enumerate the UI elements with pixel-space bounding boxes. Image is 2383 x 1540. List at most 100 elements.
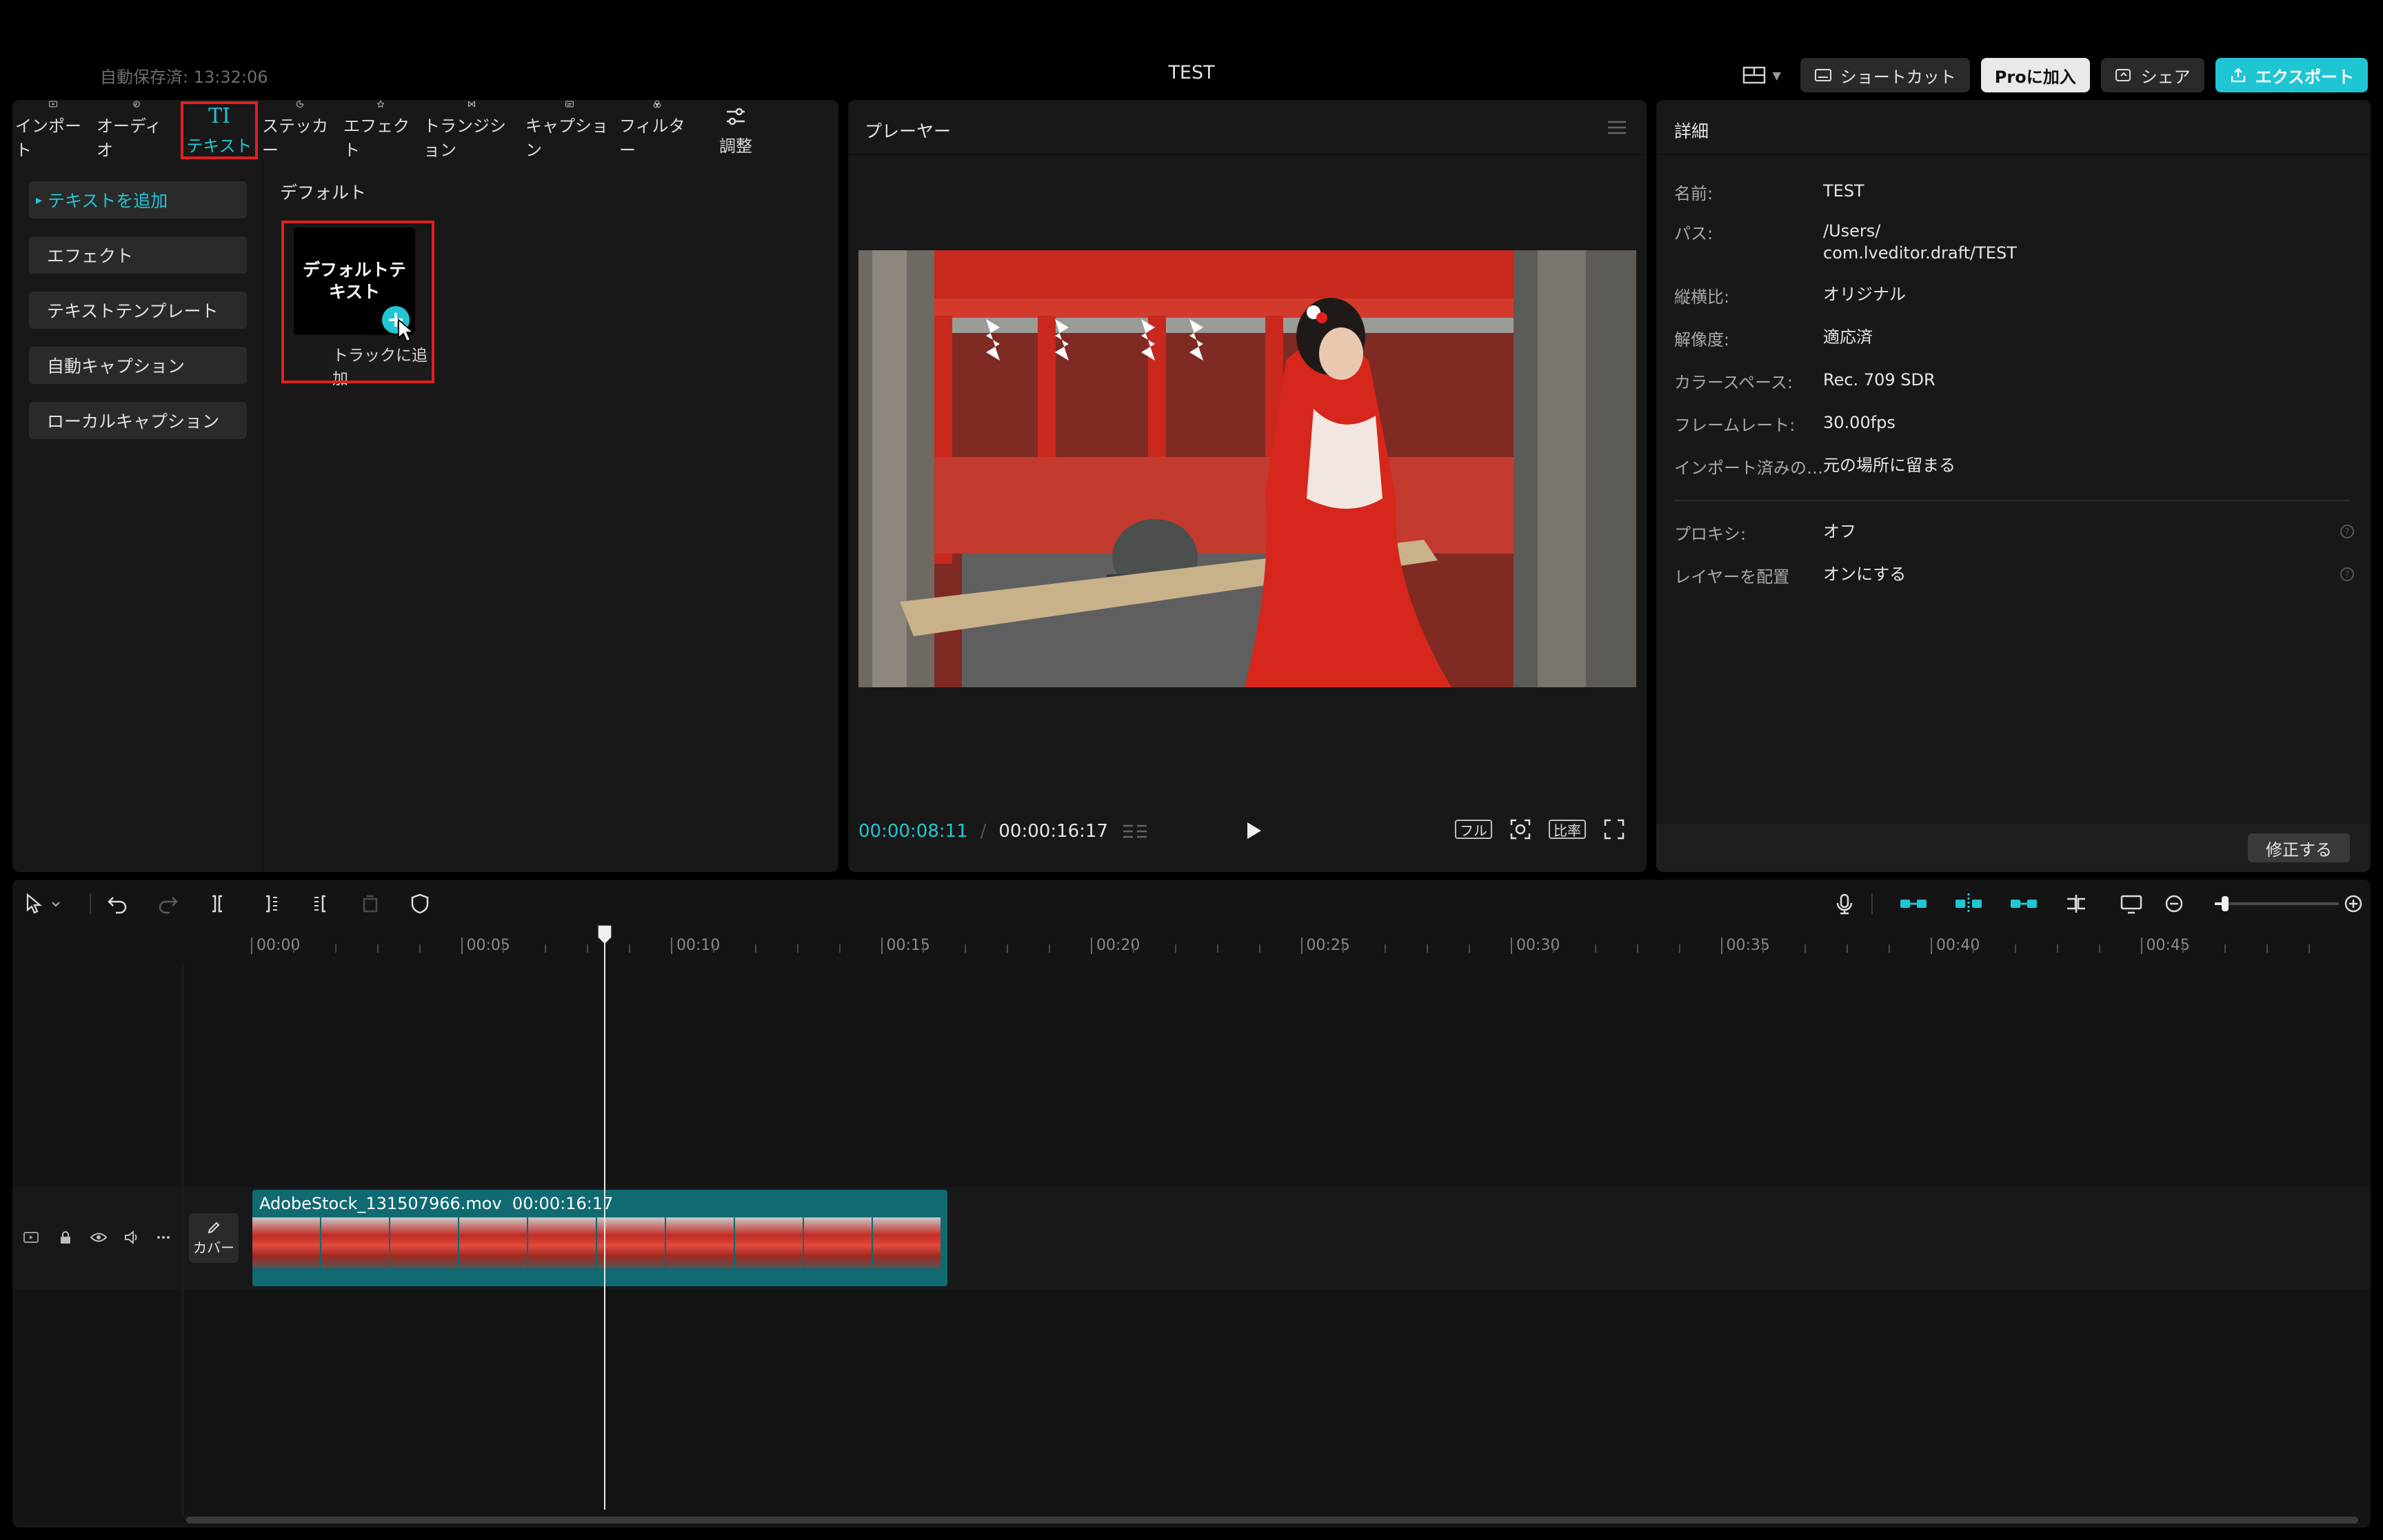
more-icon[interactable] [154,1228,172,1246]
clip-thumbnail [597,1217,666,1268]
speaker-icon[interactable] [123,1228,141,1246]
video-preview[interactable] [858,250,1636,687]
ruler-minor-tick [2224,944,2226,953]
sidebar-item-add-text[interactable]: テキストを追加 [29,181,247,219]
detail-value: TEST [1823,181,1864,201]
cover-button[interactable]: カバー [189,1213,239,1263]
help-icon[interactable]: ? [2339,566,2355,582]
redo-button[interactable] [154,891,181,917]
detail-row-layer[interactable]: レイヤーを配置 オンにする [1674,563,1906,587]
chevron-down-icon: ▼ [1772,68,1781,82]
help-icon[interactable]: ? [2339,523,2355,540]
ruler-minor-tick [292,944,294,953]
auto-snap-button[interactable] [1953,891,1984,917]
select-tool-button[interactable] [22,891,68,917]
undo-button[interactable] [105,891,131,917]
tab-adjust[interactable]: 調整 [698,100,774,161]
main-track-magnet-button[interactable] [1898,891,1929,917]
sticker-icon [296,100,304,108]
detail-row-colorspace: カラースペース: Rec. 709 SDR [1674,369,1935,393]
ruler-minor-tick [587,944,589,953]
play-icon[interactable] [1241,819,1265,842]
tab-text[interactable]: TI テキスト [179,100,259,161]
marker-button[interactable] [407,891,433,917]
track-type-icon [22,1228,40,1246]
ruler-minor-tick [1804,944,1807,953]
trim-right-button[interactable] [308,891,334,917]
tab-import[interactable]: インポート [12,100,94,161]
video-clip[interactable]: AdobeStock_131507966.mov 00:00:16:17 [252,1190,947,1286]
zoom-in-button[interactable] [2340,891,2366,917]
detail-row-proxy[interactable]: プロキシ: オフ [1674,520,1856,545]
titlebar-actions: ▼ ショートカット Proに加入 シェア エクスポート [1734,58,2368,92]
media-panel: インポート オーディオ TI テキスト ステッカー エフェクト トランジション … [12,100,838,872]
sidebar-item-auto-caption[interactable]: 自動キャプション [29,347,247,384]
tab-audio[interactable]: オーディオ [94,100,179,161]
zoom-slider-knob[interactable] [2222,896,2229,911]
details-footer: 修正する [1656,824,2371,872]
details-header: 詳細 [1656,100,2371,155]
tab-sticker[interactable]: ステッカー [259,100,341,161]
detail-value: Rec. 709 SDR [1823,370,1935,389]
transition-icon [467,101,476,108]
modify-button[interactable]: 修正する [2248,833,2350,862]
tab-effect[interactable]: エフェクト [341,100,421,161]
timeline-scrollbar[interactable] [186,1517,2358,1523]
tab-import-label: インポート [15,116,81,160]
ruler-minor-tick [1636,944,1638,953]
ruler-minor-tick [2182,944,2184,953]
redo-icon [159,897,178,914]
sidebar-item-text-template[interactable]: テキストテンプレート [29,292,247,329]
full-button[interactable]: フル [1455,820,1492,839]
split-icon [212,895,222,913]
pro-subscribe-button[interactable]: Proに加入 [1980,58,2090,92]
menu-icon[interactable] [1607,119,1627,136]
share-button[interactable]: シェア [2100,58,2204,92]
keyboard-icon [1814,69,1831,81]
tab-caption[interactable]: キャプション [523,100,616,161]
detail-key: カラースペース: [1674,373,1793,392]
ruler-minor-tick [1132,944,1134,953]
fullscreen-button[interactable] [1601,817,1627,842]
preview-axis-button[interactable] [2063,891,2089,917]
ruler-minor-tick [545,944,547,953]
ruler-minor-tick [1385,944,1387,953]
zoom-out-button[interactable] [2161,891,2187,917]
zoom-in-icon [2344,895,2362,913]
default-text-card[interactable]: デフォルトテキスト + トラックに追加 [281,221,434,388]
detail-row-aspect: 縦横比: オリジナル [1674,283,1906,307]
undo-icon [108,897,127,914]
timeline-ruler[interactable]: 00:00 00:05 00:10 00:15 00:20 00:25 00:30 00:35… [12,928,2371,962]
sidebar-item-local-caption[interactable]: ローカルキャプション [29,402,247,439]
toolbar-separator [1871,893,1873,914]
pencil-icon [208,1222,220,1233]
tab-transition[interactable]: トランジション [421,100,523,161]
microphone-icon [1836,893,1853,915]
svg-text:?: ? [2345,527,2350,538]
ratio-button[interactable]: 比率 [1549,820,1586,839]
tab-filter[interactable]: フィルター [616,100,698,161]
timeline-display-button[interactable] [2118,891,2144,917]
linkage-button[interactable] [2008,891,2040,917]
screenshot-button[interactable] [1507,817,1534,842]
split-button[interactable] [204,891,230,917]
trim-left-button[interactable] [258,891,284,917]
eye-icon[interactable] [90,1228,108,1246]
delete-button[interactable] [357,891,383,917]
ruler-minor-tick [1594,944,1596,953]
chain-icon [2011,900,2037,908]
shortcut-button[interactable]: ショートカット [1800,58,1970,92]
playhead[interactable] [604,938,605,1510]
export-button[interactable]: エクスポート [2215,58,2368,92]
layout-switch-button[interactable]: ▼ [1734,58,1789,92]
export-label: エクスポート [2255,67,2354,87]
ruler-minor-tick [419,944,421,953]
sidebar-item-effect[interactable]: エフェクト [29,236,247,274]
tab-sticker-label: ステッカー [262,116,328,160]
timeline-panel: 00:00 00:05 00:10 00:15 00:20 00:25 00:30 00:35… [12,880,2371,1528]
lock-icon[interactable] [57,1228,74,1246]
timecode-mode-icon[interactable] [1120,822,1151,841]
record-voice-button[interactable] [1831,891,1858,917]
details-panel: 詳細 名前: TEST パス: /Users/ com.lveditor.dra… [1656,100,2371,872]
zoom-slider[interactable] [2215,902,2339,905]
